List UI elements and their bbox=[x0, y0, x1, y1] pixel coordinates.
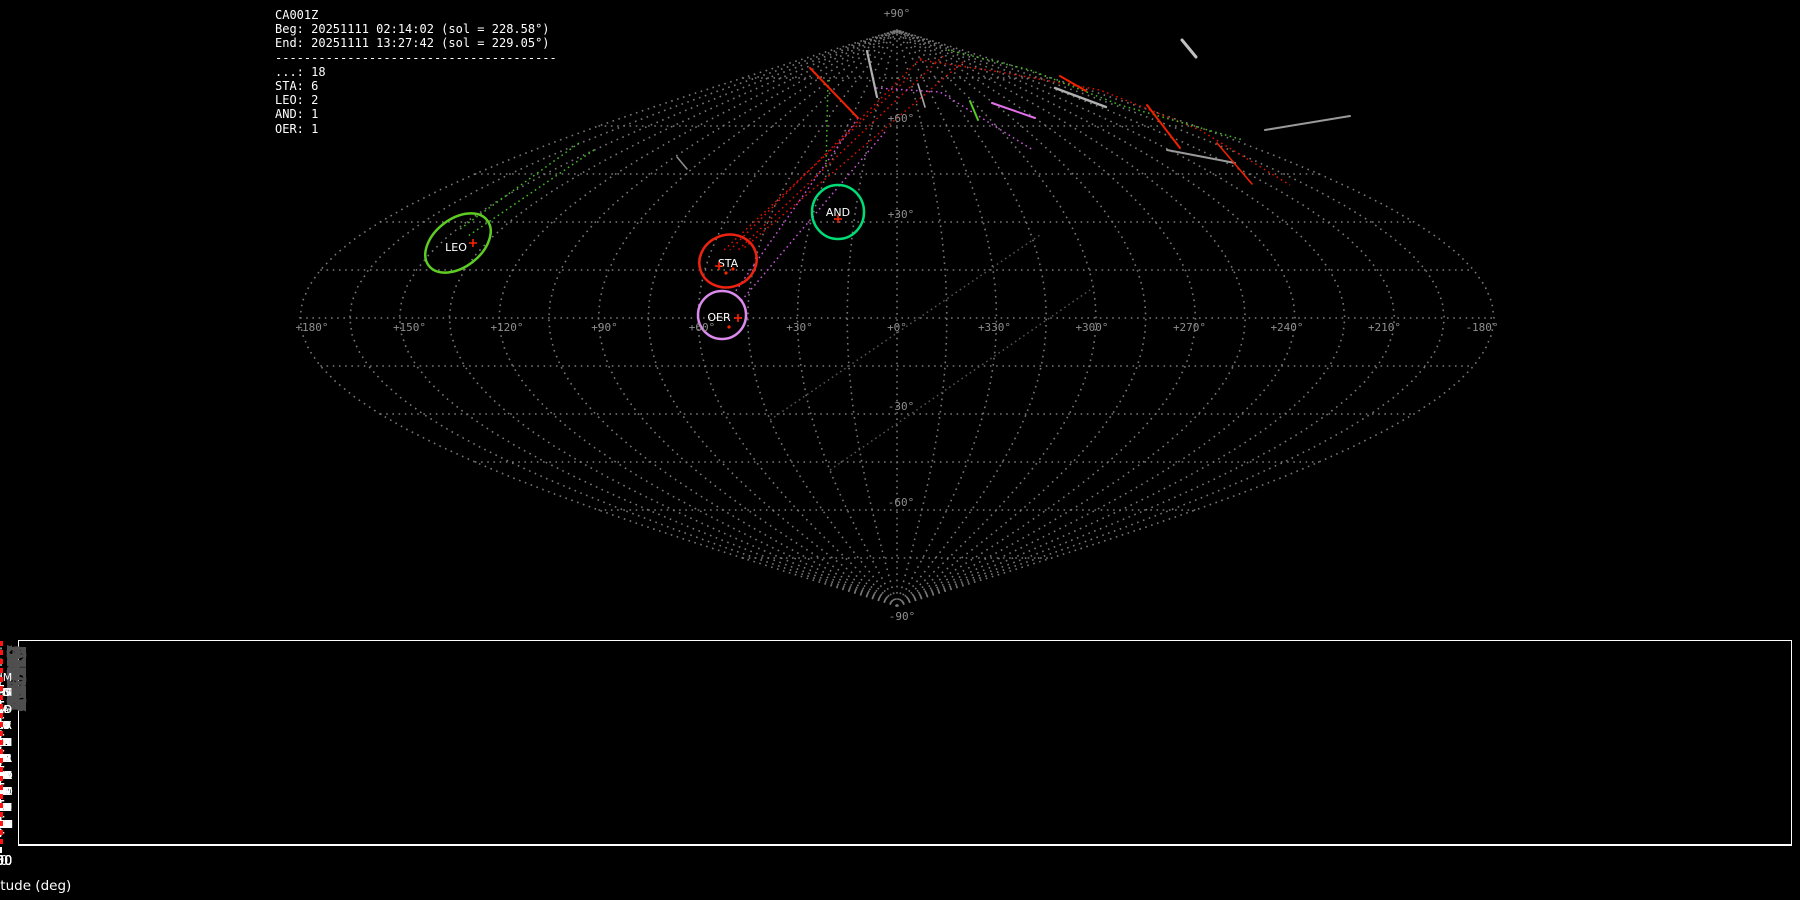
radiant-plus-marker bbox=[734, 314, 742, 322]
radiant-plus-marker bbox=[469, 239, 477, 247]
end-time-line: End: 20251111 13:27:42 (sol = 229.05°) bbox=[275, 36, 550, 51]
latitude-label: -30° bbox=[888, 400, 915, 413]
radiant-label-sta: STA bbox=[718, 257, 739, 270]
latitude-label: +30° bbox=[888, 208, 915, 221]
meteor-streak bbox=[1216, 142, 1253, 185]
radiant-drift-trail bbox=[729, 57, 922, 251]
longitude-label: +330° bbox=[978, 321, 1011, 334]
meteor-dot bbox=[727, 325, 731, 329]
meteor-streak bbox=[1180, 38, 1198, 59]
station-id: CA001Z bbox=[275, 8, 319, 22]
current-sol-line bbox=[0, 641, 3, 845]
radiant-label-leo: LEO bbox=[445, 241, 467, 254]
longitude-label: +180° bbox=[295, 321, 328, 334]
meteor-streak bbox=[991, 102, 1036, 119]
latitude-label: -60° bbox=[888, 496, 915, 509]
header-info-block: CA001Z Beg: 20251111 02:14:02 (sol = 228… bbox=[275, 8, 557, 136]
radiant-drift-trail bbox=[734, 117, 859, 293]
x-axis-tick-label: 350 bbox=[0, 854, 13, 869]
radiant-drift-trail bbox=[919, 59, 1291, 186]
timeline-panel-border bbox=[18, 640, 1792, 846]
x-axis-title: Solar longitude (deg) bbox=[0, 878, 72, 894]
x-axis-tick bbox=[0, 847, 2, 853]
shower-counts-list: ...: 18 STA: 6 LEO: 2 AND: 1 OER: 1 bbox=[275, 64, 326, 136]
meteor-dot bbox=[731, 267, 735, 271]
longitude-label: +210° bbox=[1368, 321, 1401, 334]
longitude-label: +270° bbox=[1173, 321, 1206, 334]
radiant-drift-trail bbox=[467, 149, 595, 237]
grid-meridian bbox=[896, 29, 1396, 607]
meteor-observation-screen: LEO STA AND OER +90° -90° +180° +150° +120° +90° +… bbox=[0, 0, 1800, 900]
grid-meridian bbox=[796, 29, 898, 607]
meteor-streak bbox=[676, 156, 688, 170]
begin-time-line: Beg: 20251111 02:14:02 (sol = 228.58°) bbox=[275, 22, 550, 37]
longitude-label: +90° bbox=[591, 321, 618, 334]
longitude-label: +30° bbox=[786, 321, 813, 334]
south-pole-label: -90° bbox=[889, 610, 916, 623]
separator-line: --------------------------------------- bbox=[275, 50, 557, 65]
longitude-label: +150° bbox=[393, 321, 426, 334]
grid-meridian bbox=[896, 29, 1147, 607]
meteor-streak bbox=[865, 49, 879, 99]
longitude-label: +300° bbox=[1075, 321, 1108, 334]
latitude-label: +60° bbox=[888, 112, 915, 125]
meteor-streak bbox=[1264, 115, 1351, 131]
meteor-streak bbox=[1146, 104, 1181, 149]
longitude-label: +120° bbox=[490, 321, 523, 334]
meteor-streak bbox=[809, 67, 859, 119]
radiant-drift-trail bbox=[459, 142, 580, 230]
meteor-streak bbox=[1053, 86, 1108, 109]
longitude-label: +240° bbox=[1270, 321, 1303, 334]
longitude-label: +0° bbox=[887, 321, 907, 334]
sky-map: LEOSTAANDOER+90°-90°+180° +150° +120° +90° +… bbox=[295, 7, 1498, 623]
meteor-streak bbox=[969, 100, 979, 121]
radiant-drift-trail bbox=[825, 79, 829, 169]
north-pole-label: +90° bbox=[884, 7, 911, 20]
longitude-label: +60° bbox=[689, 321, 716, 334]
longitude-label: -180° bbox=[1465, 321, 1498, 334]
meteor-dot bbox=[724, 271, 728, 275]
